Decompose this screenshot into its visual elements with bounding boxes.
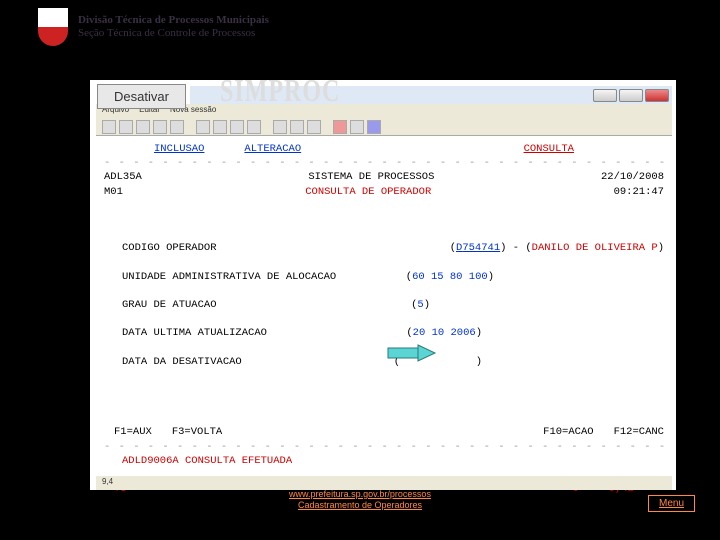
- label-desativacao: DATA DA DESATIVACAO: [122, 355, 242, 369]
- value-codigo: 754741: [462, 241, 500, 255]
- maximize-button[interactable]: [619, 89, 643, 102]
- label-grau: GRAU DE ATUACAO: [122, 298, 217, 312]
- toolbar-btn[interactable]: [102, 120, 116, 134]
- toolbar-btn[interactable]: [196, 120, 210, 134]
- fn-f1[interactable]: F1=AUX: [114, 425, 152, 439]
- mode-code: M01: [104, 185, 123, 199]
- label-codigo: CODIGO OPERADOR: [122, 241, 217, 255]
- toolbar-btn[interactable]: [230, 120, 244, 134]
- fn-f12[interactable]: F12=CANC: [614, 425, 664, 439]
- toolbar: [96, 118, 672, 136]
- mode-consulta[interactable]: CONSULTA: [524, 142, 574, 156]
- time: 09:21:47: [614, 185, 664, 199]
- divider: - - - - - - - - - - - - - - - - - - - - …: [104, 440, 664, 454]
- label-ultima: DATA ULTIMA ATUALIZACAO: [122, 326, 267, 340]
- status-message: ADLD9006A CONSULTA EFETUADA: [122, 454, 292, 468]
- link-cadastramento[interactable]: Cadastramento de Operadores: [0, 500, 720, 512]
- toolbar-btn[interactable]: [307, 120, 321, 134]
- header-line1: Divisão Técnica de Processos Municipais: [78, 14, 269, 27]
- date: 22/10/2008: [601, 170, 664, 184]
- toolbar-btn[interactable]: [119, 120, 133, 134]
- arrow-annotation-icon: [387, 344, 437, 362]
- city-shield-icon: [38, 8, 68, 46]
- divider: - - - - - - - - - - - - - - - - - - - - …: [104, 156, 664, 170]
- window-statusbar: 9,4: [96, 476, 672, 490]
- fn-f3[interactable]: F3=VOLTA: [172, 425, 222, 439]
- tab-desativar[interactable]: Desativar: [97, 84, 186, 109]
- header-titles: Divisão Técnica de Processos Municipais …: [78, 14, 269, 40]
- close-button[interactable]: [645, 89, 669, 102]
- toolbar-btn[interactable]: [247, 120, 261, 134]
- prog-id: ADL35A: [104, 170, 142, 184]
- terminal-screen: INCLUSAO ALTERACAO CONSULTA - - - - - - …: [96, 138, 672, 490]
- screen-title: CONSULTA DE OPERADOR: [305, 186, 431, 198]
- system-name: SISTEMA DE PROCESSOS: [308, 171, 434, 183]
- menu-button[interactable]: Menu: [648, 495, 695, 512]
- toolbar-btn[interactable]: [290, 120, 304, 134]
- toolbar-btn[interactable]: [170, 120, 184, 134]
- value-unidade: 60 15 80 100: [412, 270, 488, 284]
- toolbar-btn[interactable]: [273, 120, 287, 134]
- fn-f10[interactable]: F10=ACAO: [543, 425, 593, 439]
- mode-inclusao[interactable]: INCLUSAO: [154, 142, 204, 156]
- toolbar-btn[interactable]: [153, 120, 167, 134]
- toolbar-btn[interactable]: [213, 120, 227, 134]
- toolbar-btn[interactable]: [367, 120, 381, 134]
- minimize-button[interactable]: [593, 89, 617, 102]
- mode-alteracao[interactable]: ALTERACAO: [244, 142, 301, 156]
- toolbar-btn[interactable]: [136, 120, 150, 134]
- label-unidade: UNIDADE ADMINISTRATIVA DE ALOCACAO: [122, 270, 336, 284]
- value-nome: DANILO DE OLIVEIRA P: [532, 241, 658, 255]
- page-header: Divisão Técnica de Processos Municipais …: [0, 0, 720, 54]
- toolbar-btn[interactable]: [333, 120, 347, 134]
- statusbar-text: 9,4: [102, 477, 113, 486]
- value-ultima: 20 10 2006: [413, 326, 476, 340]
- header-line2: Seção Técnica de Controle de Processos: [78, 27, 269, 40]
- toolbar-btn[interactable]: [350, 120, 364, 134]
